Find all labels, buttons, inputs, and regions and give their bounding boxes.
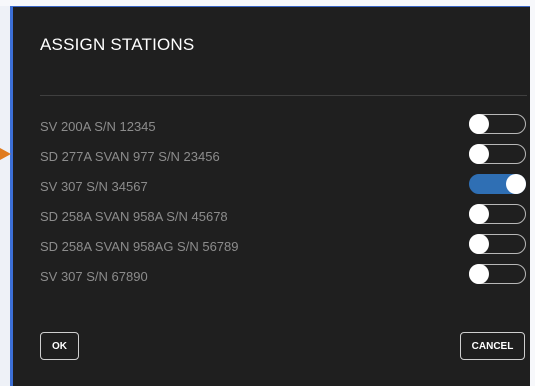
station-toggle[interactable] (469, 234, 526, 254)
toggle-knob (469, 144, 489, 164)
station-list: SV 200A S/N 12345 SD 277A SVAN 977 S/N 2… (40, 112, 526, 292)
station-toggle[interactable] (469, 114, 526, 134)
assign-stations-dialog: ASSIGN STATIONS SV 200A S/N 12345 SD 277… (13, 6, 530, 386)
station-toggle[interactable] (469, 204, 526, 224)
station-label: SD 258A SVAN 958A S/N 45678 (40, 209, 228, 224)
toggle-knob (469, 264, 489, 284)
station-toggle[interactable] (469, 144, 526, 164)
station-row: SV 307 S/N 34567 (40, 172, 526, 202)
background-right-strip (530, 0, 535, 386)
ok-button[interactable]: OK (40, 332, 79, 360)
toggle-knob (469, 234, 489, 254)
toggle-knob (469, 204, 489, 224)
station-row: SV 307 S/N 67890 (40, 262, 526, 292)
title-divider (40, 95, 527, 96)
pointer-arrow-icon (0, 148, 11, 160)
station-label: SV 200A S/N 12345 (40, 119, 156, 134)
station-label: SD 258A SVAN 958AG S/N 56789 (40, 239, 239, 254)
station-label: SD 277A SVAN 977 S/N 23456 (40, 149, 220, 164)
station-row: SD 277A SVAN 977 S/N 23456 (40, 142, 526, 172)
station-row: SD 258A SVAN 958AG S/N 56789 (40, 232, 526, 262)
station-label: SV 307 S/N 67890 (40, 269, 148, 284)
station-toggle[interactable] (469, 174, 526, 194)
station-row: SD 258A SVAN 958A S/N 45678 (40, 202, 526, 232)
station-label: SV 307 S/N 34567 (40, 179, 148, 194)
dialog-title: ASSIGN STATIONS (40, 35, 195, 54)
toggle-knob (506, 174, 526, 194)
cancel-button[interactable]: CANCEL (460, 332, 525, 360)
toggle-knob (469, 114, 489, 134)
station-toggle[interactable] (469, 264, 526, 284)
station-row: SV 200A S/N 12345 (40, 112, 526, 142)
